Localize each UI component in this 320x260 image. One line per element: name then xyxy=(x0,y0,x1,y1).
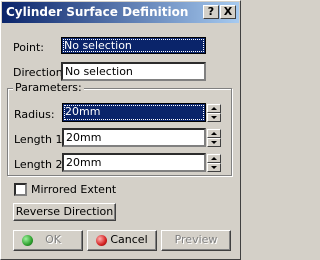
reverse-direction-label: Reverse Direction xyxy=(15,205,114,218)
cancel-button[interactable]: Cancel xyxy=(87,230,157,251)
length1-field[interactable]: 20mm xyxy=(62,128,206,147)
mirrored-extent-checkbox[interactable] xyxy=(14,183,27,196)
arrow-up-icon xyxy=(211,132,217,135)
cancel-label: Cancel xyxy=(110,233,148,246)
length2-value: 20mm xyxy=(66,156,102,169)
ok-label: OK xyxy=(45,233,61,246)
length2-label: Length 2: xyxy=(14,158,67,171)
cancel-icon xyxy=(96,235,107,246)
length1-value: 20mm xyxy=(66,131,102,144)
close-icon: X xyxy=(223,5,233,18)
title-bar[interactable]: Cylinder Surface Definition ? X xyxy=(2,2,239,23)
length1-decrement-button[interactable] xyxy=(207,138,221,147)
arrow-up-icon xyxy=(211,157,217,160)
cylinder-surface-dialog: Cylinder Surface Definition ? X Point: N… xyxy=(0,0,241,260)
preview-button[interactable]: Preview xyxy=(161,230,231,251)
radius-increment-button[interactable] xyxy=(207,104,221,113)
direction-field[interactable]: No selection xyxy=(61,62,206,81)
arrow-down-icon xyxy=(211,166,217,169)
window-title: Cylinder Surface Definition xyxy=(6,5,189,19)
length2-field[interactable]: 20mm xyxy=(62,153,206,172)
ok-icon xyxy=(22,235,33,246)
direction-label: Direction: xyxy=(13,66,67,79)
reverse-direction-button[interactable]: Reverse Direction xyxy=(13,203,116,221)
arrow-up-icon xyxy=(211,107,217,110)
length2-decrement-button[interactable] xyxy=(207,163,221,172)
help-icon: ? xyxy=(207,5,215,18)
radius-label: Radius: xyxy=(14,108,55,121)
length1-label: Length 1: xyxy=(14,133,67,146)
arrow-down-icon xyxy=(211,141,217,144)
point-value: No selection xyxy=(64,39,132,52)
length1-spinner[interactable] xyxy=(207,129,221,147)
arrow-down-icon xyxy=(211,116,217,119)
preview-label: Preview xyxy=(174,233,218,246)
close-button[interactable]: X xyxy=(220,5,236,19)
radius-field[interactable]: 20mm xyxy=(62,103,206,122)
direction-value: No selection xyxy=(65,65,133,78)
point-field[interactable]: No selection xyxy=(61,37,206,54)
radius-spinner[interactable] xyxy=(207,104,221,122)
length1-increment-button[interactable] xyxy=(207,129,221,138)
length2-spinner[interactable] xyxy=(207,154,221,172)
length2-increment-button[interactable] xyxy=(207,154,221,163)
point-label: Point: xyxy=(13,41,45,54)
ok-button[interactable]: OK xyxy=(13,230,83,251)
parameters-group-title: Parameters: xyxy=(13,81,84,94)
mirrored-extent-label[interactable]: Mirrored Extent xyxy=(31,183,116,196)
help-button[interactable]: ? xyxy=(203,5,219,19)
radius-value: 20mm xyxy=(65,105,101,118)
radius-decrement-button[interactable] xyxy=(207,113,221,122)
